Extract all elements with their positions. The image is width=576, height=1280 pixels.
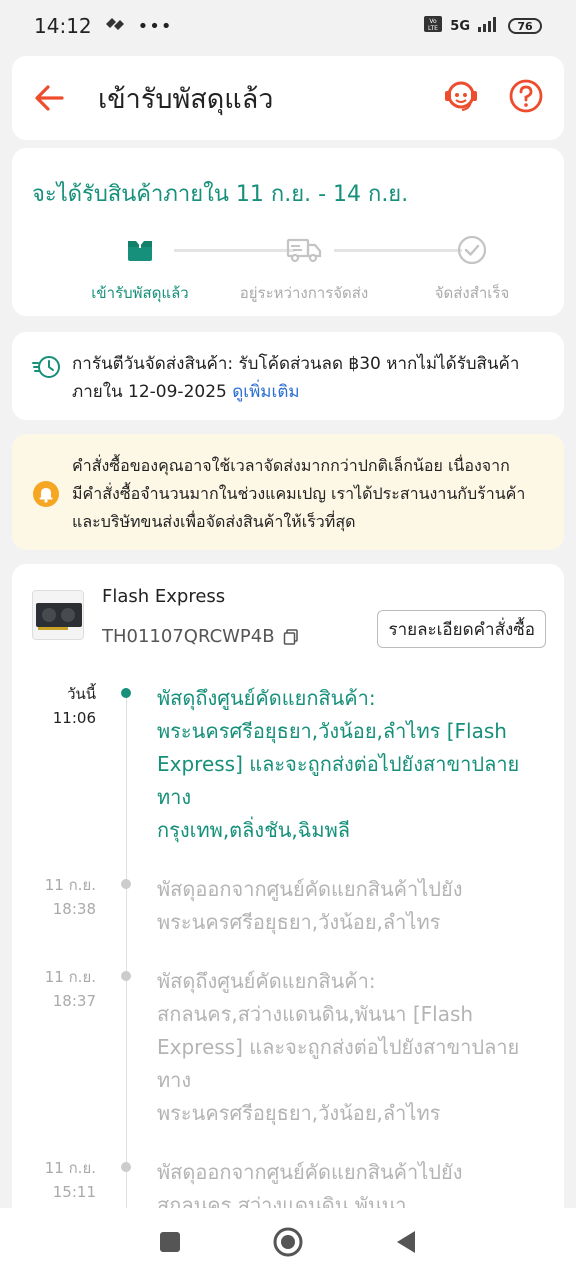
tracking-number[interactable]: TH01107QRCWP4B: [102, 626, 299, 647]
fast-clock-icon: [32, 354, 62, 420]
app-notification-icon: [104, 16, 126, 36]
eta-text: จะได้รับสินค้าภายใน 11 ก.ย. - 14 ก.ย.: [32, 182, 409, 207]
guarantee-text: การันตีวันจัดส่งสินค้า: รับโค้ดส่วนลด ฿3…: [72, 350, 519, 420]
tracking-timeline: วันนี้ 11:06 พัสดุถึงศูนย์คัดแยกสินค้า: …: [12, 682, 564, 1224]
delay-notice-card: คำสั่งซื้อของคุณอาจใช้เวลาจัดส่งมากกว่าป…: [12, 434, 564, 550]
event-clock: 18:37: [52, 992, 96, 1010]
event-line: พัสดุถึงศูนย์คัดแยกสินค้า:: [157, 686, 376, 710]
event-date: 11 ก.ย.: [44, 876, 96, 894]
guarantee-line: การันตีวันจัดส่งสินค้า: รับโค้ดส่วนลด ฿3…: [72, 354, 520, 374]
question-circle-icon[interactable]: [508, 78, 544, 118]
step-label: จัดส่งสำเร็จ: [434, 284, 510, 302]
delivery-status-card: จะได้รับสินค้าภายใน 11 ก.ย. - 14 ก.ย. เข…: [12, 148, 564, 316]
svg-text:LTE: LTE: [428, 25, 438, 32]
timeline-event: 11 ก.ย. 18:37 พัสดุถึงศูนย์คัดแยกสินค้า:…: [12, 965, 564, 1130]
event-line: พัสดุออกจากศูนย์คัดแยกสินค้าไปยัง: [157, 877, 463, 901]
status-time: 14:12: [34, 14, 92, 38]
svg-text:Vo: Vo: [430, 18, 438, 25]
event-clock: 18:38: [52, 900, 96, 918]
event-time: 11 ก.ย. 18:37: [12, 965, 96, 1130]
more-notifications-icon: •••: [137, 15, 173, 37]
delivery-guarantee-card[interactable]: การันตีวันจัดส่งสินค้า: รับโค้ดส่วนลด ฿3…: [12, 332, 564, 420]
event-time: 11 ก.ย. 18:38: [12, 873, 96, 939]
shipment-header: Flash Express TH01107QRCWP4B รายละเอียดค…: [12, 564, 564, 660]
event-description: พัสดุออกจากศูนย์คัดแยกสินค้าไปยัง พระนคร…: [157, 873, 547, 939]
event-line: สกลนคร,สว่างแดนดิน,พันนา [Flash: [157, 1002, 474, 1026]
battery-level: 76: [517, 19, 533, 33]
copy-icon[interactable]: [283, 628, 299, 645]
shipment-card: Flash Express TH01107QRCWP4B รายละเอียดค…: [12, 564, 564, 1224]
battery-icon: 76: [508, 18, 542, 34]
see-more-link[interactable]: ดูเพิ่มเติม: [232, 382, 299, 402]
tracking-number-text: TH01107QRCWP4B: [102, 626, 275, 647]
event-line: Express] และจะถูกส่งต่อไปยังสาขาปลายทาง: [157, 1035, 520, 1092]
step-delivered: จัดส่งสำเร็จ: [382, 233, 562, 305]
step-in-transit: อยู่ระหว่างการจัดส่ง: [214, 233, 394, 305]
headset-icon[interactable]: [442, 77, 480, 119]
notice-line: คำสั่งซื้อของคุณอาจใช้เวลาจัดส่งมากกว่าป…: [72, 456, 510, 475]
step-label: อยู่ระหว่างการจัดส่ง: [239, 284, 369, 302]
event-clock: 15:11: [52, 1183, 96, 1201]
event-time: วันนี้ 11:06: [12, 682, 96, 847]
truck-icon: [286, 238, 322, 263]
home-icon[interactable]: [272, 1226, 304, 1262]
progress-steps: เข้ารับพัสดุแล้ว อยู่ระหว่างการจัดส่ง จั…: [32, 233, 544, 303]
page-title: เข้ารับพัสดุแล้ว: [98, 83, 274, 115]
event-line: พระนครศรีอยุธยา,วังน้อย,ลำไทร: [157, 910, 441, 934]
back-nav-icon[interactable]: [394, 1229, 418, 1259]
event-description: พัสดุถึงศูนย์คัดแยกสินค้า: พระนครศรีอยุธ…: [157, 682, 547, 847]
package-icon: [128, 241, 152, 261]
event-line: พัสดุถึงศูนย์คัดแยกสินค้า:: [157, 969, 376, 993]
guarantee-line: ภายใน 12-09-2025: [72, 382, 233, 402]
step-label: เข้ารับพัสดุแล้ว: [91, 284, 189, 302]
event-date: 11 ก.ย.: [44, 968, 96, 986]
timeline-dot: [121, 1162, 131, 1172]
timeline-dot: [121, 879, 131, 889]
event-clock: 11:06: [52, 709, 96, 727]
event-line: พัสดุออกจากศูนย์คัดแยกสินค้าไปยัง: [157, 1160, 463, 1184]
notice-line: และบริษัทขนส่งเพื่อจัดส่งสินค้าให้เร็วที…: [72, 512, 356, 531]
event-date: 11 ก.ย.: [44, 1159, 96, 1177]
system-nav-bar: [0, 1208, 576, 1280]
event-date: วันนี้: [67, 685, 96, 703]
network-type: 5G: [450, 18, 470, 34]
timeline-dot: [121, 971, 131, 981]
order-details-button[interactable]: รายละเอียดคำสั่งซื้อ: [377, 610, 546, 648]
timeline-event: วันนี้ 11:06 พัสดุถึงศูนย์คัดแยกสินค้า: …: [12, 682, 564, 847]
signal-icon: [478, 16, 500, 36]
event-description: พัสดุถึงศูนย์คัดแยกสินค้า: สกลนคร,สว่างแ…: [157, 965, 547, 1130]
notice-line: มีคำสั่งซื้อจำนวนมากในช่วงแคมเปญ เราได้ป…: [72, 484, 526, 503]
carrier-name: Flash Express: [102, 586, 226, 607]
event-line: พระนครศรีอยุธยา,วังน้อย,ลำไทร [Flash: [157, 719, 507, 743]
page-header: เข้ารับพัสดุแล้ว: [12, 56, 564, 140]
product-thumbnail[interactable]: [32, 590, 84, 640]
recent-apps-icon[interactable]: [158, 1230, 182, 1258]
check-circle-icon: [457, 235, 487, 265]
status-bar: 14:12 ••• Vo LTE 5G 76: [0, 0, 576, 52]
timeline-dot: [121, 688, 131, 698]
volte-icon: Vo LTE: [424, 16, 443, 36]
timeline-event: 11 ก.ย. 18:38 พัสดุออกจากศูนย์คัดแยกสินค…: [12, 873, 564, 939]
event-line: พระนครศรีอยุธยา,วังน้อย,ลำไทร: [157, 1101, 441, 1125]
notice-text: คำสั่งซื้อของคุณอาจใช้เวลาจัดส่งมากกว่าป…: [72, 452, 525, 536]
event-line: กรุงเทพ,ตลิ่งชัน,ฉิมพลี: [157, 818, 351, 842]
arrow-left-icon[interactable]: [32, 80, 68, 116]
event-line: Express] และจะถูกส่งต่อไปยังสาขาปลายทาง: [157, 752, 520, 809]
step-picked-up: เข้ารับพัสดุแล้ว: [50, 233, 230, 305]
bell-icon: [32, 480, 60, 512]
